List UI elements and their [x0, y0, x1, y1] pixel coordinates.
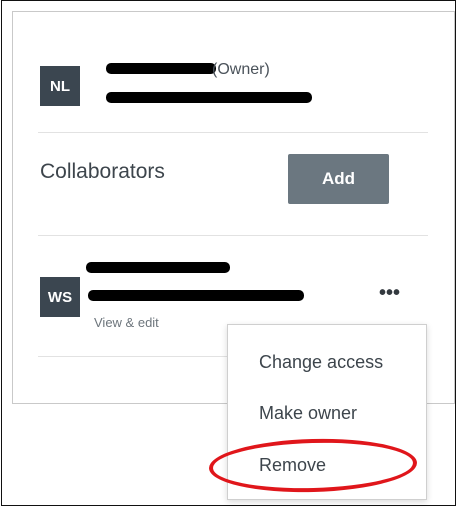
more-options-icon[interactable]: ••• [379, 283, 400, 303]
collaborator-avatar: WS [40, 277, 80, 317]
collaborator-name-redaction [86, 262, 230, 273]
divider [38, 132, 428, 133]
owner-avatar: NL [40, 66, 80, 106]
menu-item-change-access[interactable]: Change access [259, 352, 383, 373]
collaborator-permission: View & edit [94, 315, 159, 330]
menu-item-remove[interactable]: Remove [259, 455, 326, 476]
menu-item-make-owner[interactable]: Make owner [259, 403, 357, 424]
divider [38, 235, 428, 236]
owner-name-redaction [106, 63, 216, 74]
owner-email-redaction [106, 92, 312, 103]
owner-role-label: (Owner) [212, 61, 270, 78]
add-collaborator-button[interactable]: Add [288, 154, 389, 204]
collaborator-context-menu: Change access Make owner Remove [227, 324, 427, 500]
collaborator-email-redaction [88, 290, 304, 301]
divider [38, 356, 228, 357]
collaborators-title: Collaborators [40, 160, 165, 183]
